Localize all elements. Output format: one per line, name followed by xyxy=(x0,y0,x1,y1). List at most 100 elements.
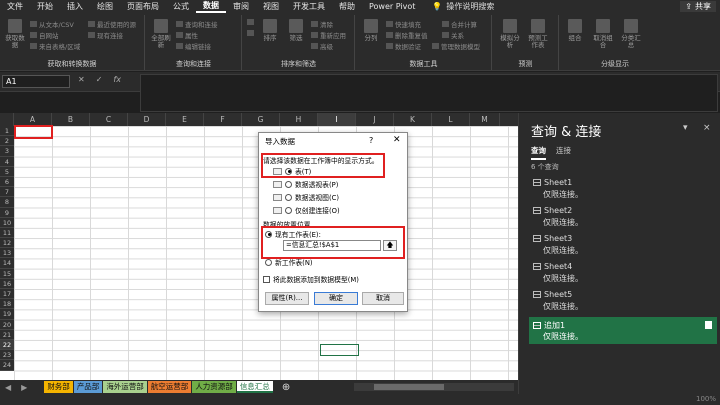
menu-power-pivot[interactable]: Power Pivot xyxy=(362,2,422,11)
tab-connections[interactable]: 连接 xyxy=(556,145,571,160)
data-validation-button[interactable]: 数据验证 xyxy=(386,41,421,51)
select-all-corner[interactable] xyxy=(0,113,14,126)
edit-links-button[interactable]: 编辑链接 xyxy=(176,41,211,51)
sheet-tab[interactable]: 财务部 xyxy=(44,381,73,393)
menu-home[interactable]: 开始 xyxy=(30,1,60,12)
row-header[interactable]: 20 xyxy=(0,319,14,330)
column-header[interactable]: D xyxy=(128,113,166,126)
advanced-button[interactable]: 高级 xyxy=(311,41,333,51)
column-header[interactable]: L xyxy=(432,113,470,126)
next-sheet-icon[interactable]: ▶ xyxy=(16,383,32,392)
properties-button[interactable]: 属性(R)... xyxy=(265,292,309,305)
row-header[interactable]: 3 xyxy=(0,146,14,157)
row-header[interactable]: 11 xyxy=(0,227,14,239)
row-header[interactable]: 23 xyxy=(0,350,14,361)
tab-queries[interactable]: 查询 xyxy=(531,145,546,160)
column-header[interactable]: F xyxy=(204,113,242,126)
edit-query-icon[interactable] xyxy=(705,321,712,329)
group-button[interactable]: 组合 xyxy=(564,19,586,42)
sheet-tab-active[interactable]: 信息汇总 xyxy=(236,381,273,393)
radio-pivot-chart[interactable] xyxy=(285,193,292,201)
column-header[interactable]: G xyxy=(242,113,280,126)
menu-page-layout[interactable]: 页面布局 xyxy=(120,1,166,12)
column-header[interactable]: K xyxy=(394,113,432,126)
ok-button[interactable]: 确定 xyxy=(314,292,358,305)
menu-review[interactable]: 审阅 xyxy=(226,1,256,12)
column-header[interactable]: E xyxy=(166,113,204,126)
query-item[interactable]: Sheet2 仅限连接。 xyxy=(529,203,717,230)
what-if-button[interactable]: 模拟分析 xyxy=(499,19,521,49)
from-web-button[interactable]: 自网站 xyxy=(30,30,59,40)
ungroup-button[interactable]: 取消组合 xyxy=(592,19,614,49)
menu-view[interactable]: 视图 xyxy=(256,1,286,12)
refresh-all-button[interactable]: 全部刷新 xyxy=(150,19,172,49)
subtotal-button[interactable]: 分类汇总 xyxy=(620,19,642,49)
reapply-button[interactable]: 重新应用 xyxy=(311,30,346,40)
row-header[interactable]: 18 xyxy=(0,299,14,310)
horizontal-scrollbar[interactable] xyxy=(354,383,514,391)
remove-duplicates-button[interactable]: 删除重复值 xyxy=(386,30,428,40)
menu-insert[interactable]: 插入 xyxy=(60,1,90,12)
sort-az-button[interactable] xyxy=(247,19,254,25)
option-pivot-table[interactable]: 数据透视表(P) xyxy=(273,179,338,189)
clear-button[interactable]: 清除 xyxy=(311,19,333,29)
row-header[interactable]: 4 xyxy=(0,156,14,167)
row-header[interactable]: 2 xyxy=(0,136,14,147)
sheet-tab[interactable]: 海外运营部 xyxy=(103,381,147,393)
row-header[interactable]: 16 xyxy=(0,278,14,289)
option-connection-only[interactable]: 仅创建连接(O) xyxy=(273,205,340,215)
relationships-button[interactable]: 关系 xyxy=(442,30,464,40)
cancel-icon[interactable]: ✕ xyxy=(78,75,85,84)
row-header[interactable]: 7 xyxy=(0,187,14,198)
menu-draw[interactable]: 绘图 xyxy=(90,1,120,12)
prev-sheet-icon[interactable]: ◀ xyxy=(0,383,16,392)
option-pivot-chart[interactable]: 数据透视图(C) xyxy=(273,192,339,202)
column-header[interactable]: B xyxy=(52,113,90,126)
text-to-columns-button[interactable]: 分列 xyxy=(360,19,382,42)
query-item[interactable]: Sheet3 仅限连接。 xyxy=(529,231,717,258)
zoom-level[interactable]: 100% xyxy=(696,395,716,403)
sheet-tab[interactable]: 航空运营部 xyxy=(147,381,192,393)
row-header[interactable]: 14 xyxy=(0,258,14,269)
menu-developer[interactable]: 开发工具 xyxy=(286,1,332,12)
manage-data-model-button[interactable]: 管理数据模型 xyxy=(432,41,480,51)
add-to-data-model[interactable]: 将此数据添加到数据模型(M) xyxy=(263,274,359,284)
tell-me-search[interactable]: 💡 操作说明搜索 xyxy=(432,1,494,12)
properties-button[interactable]: 属性 xyxy=(176,30,198,40)
queries-connections-button[interactable]: 查询和连接 xyxy=(176,19,218,29)
from-text-csv-button[interactable]: 从文本/CSV xyxy=(30,19,74,29)
row-header[interactable]: 22 xyxy=(0,339,14,351)
name-box[interactable]: A1 xyxy=(2,75,70,88)
column-header[interactable]: J xyxy=(356,113,394,126)
pane-menu-icon[interactable]: ▾ xyxy=(683,123,688,133)
help-icon[interactable]: ? xyxy=(369,136,373,145)
radio-pivot-table[interactable] xyxy=(285,180,292,188)
column-header-selected[interactable]: I xyxy=(318,113,356,126)
cancel-button[interactable]: 取消 xyxy=(362,292,404,305)
column-header[interactable]: M xyxy=(470,113,500,126)
row-header[interactable]: 9 xyxy=(0,207,14,218)
row-header[interactable]: 10 xyxy=(0,217,14,228)
recent-sources-button[interactable]: 最近使用的源 xyxy=(88,19,136,29)
row-header[interactable]: 13 xyxy=(0,248,14,259)
menu-data[interactable]: 数据 xyxy=(196,0,226,13)
flash-fill-button[interactable]: 快速填充 xyxy=(386,19,421,29)
row-header[interactable]: 8 xyxy=(0,197,14,208)
row-header[interactable]: 21 xyxy=(0,329,14,340)
sheet-tab[interactable]: 人力资源部 xyxy=(192,381,236,393)
scroll-thumb[interactable] xyxy=(374,384,444,390)
consolidate-button[interactable]: 合并计算 xyxy=(442,19,477,29)
share-button[interactable]: ⇪ 共享 xyxy=(680,1,716,12)
from-table-button[interactable]: 来自表格/区域 xyxy=(30,41,80,51)
close-icon[interactable]: ✕ xyxy=(393,135,401,145)
row-header[interactable]: 6 xyxy=(0,176,14,188)
row-header[interactable]: 24 xyxy=(0,360,14,371)
row-header[interactable]: 1 xyxy=(0,126,14,137)
menu-formulas[interactable]: 公式 xyxy=(166,1,196,12)
active-cell[interactable] xyxy=(320,344,359,356)
add-to-data-model-checkbox[interactable] xyxy=(263,275,270,283)
row-header[interactable]: 12 xyxy=(0,238,14,249)
row-header[interactable]: 19 xyxy=(0,309,14,320)
existing-connections-button[interactable]: 现有连接 xyxy=(88,30,123,40)
query-item[interactable]: Sheet4 仅限连接。 xyxy=(529,259,717,286)
